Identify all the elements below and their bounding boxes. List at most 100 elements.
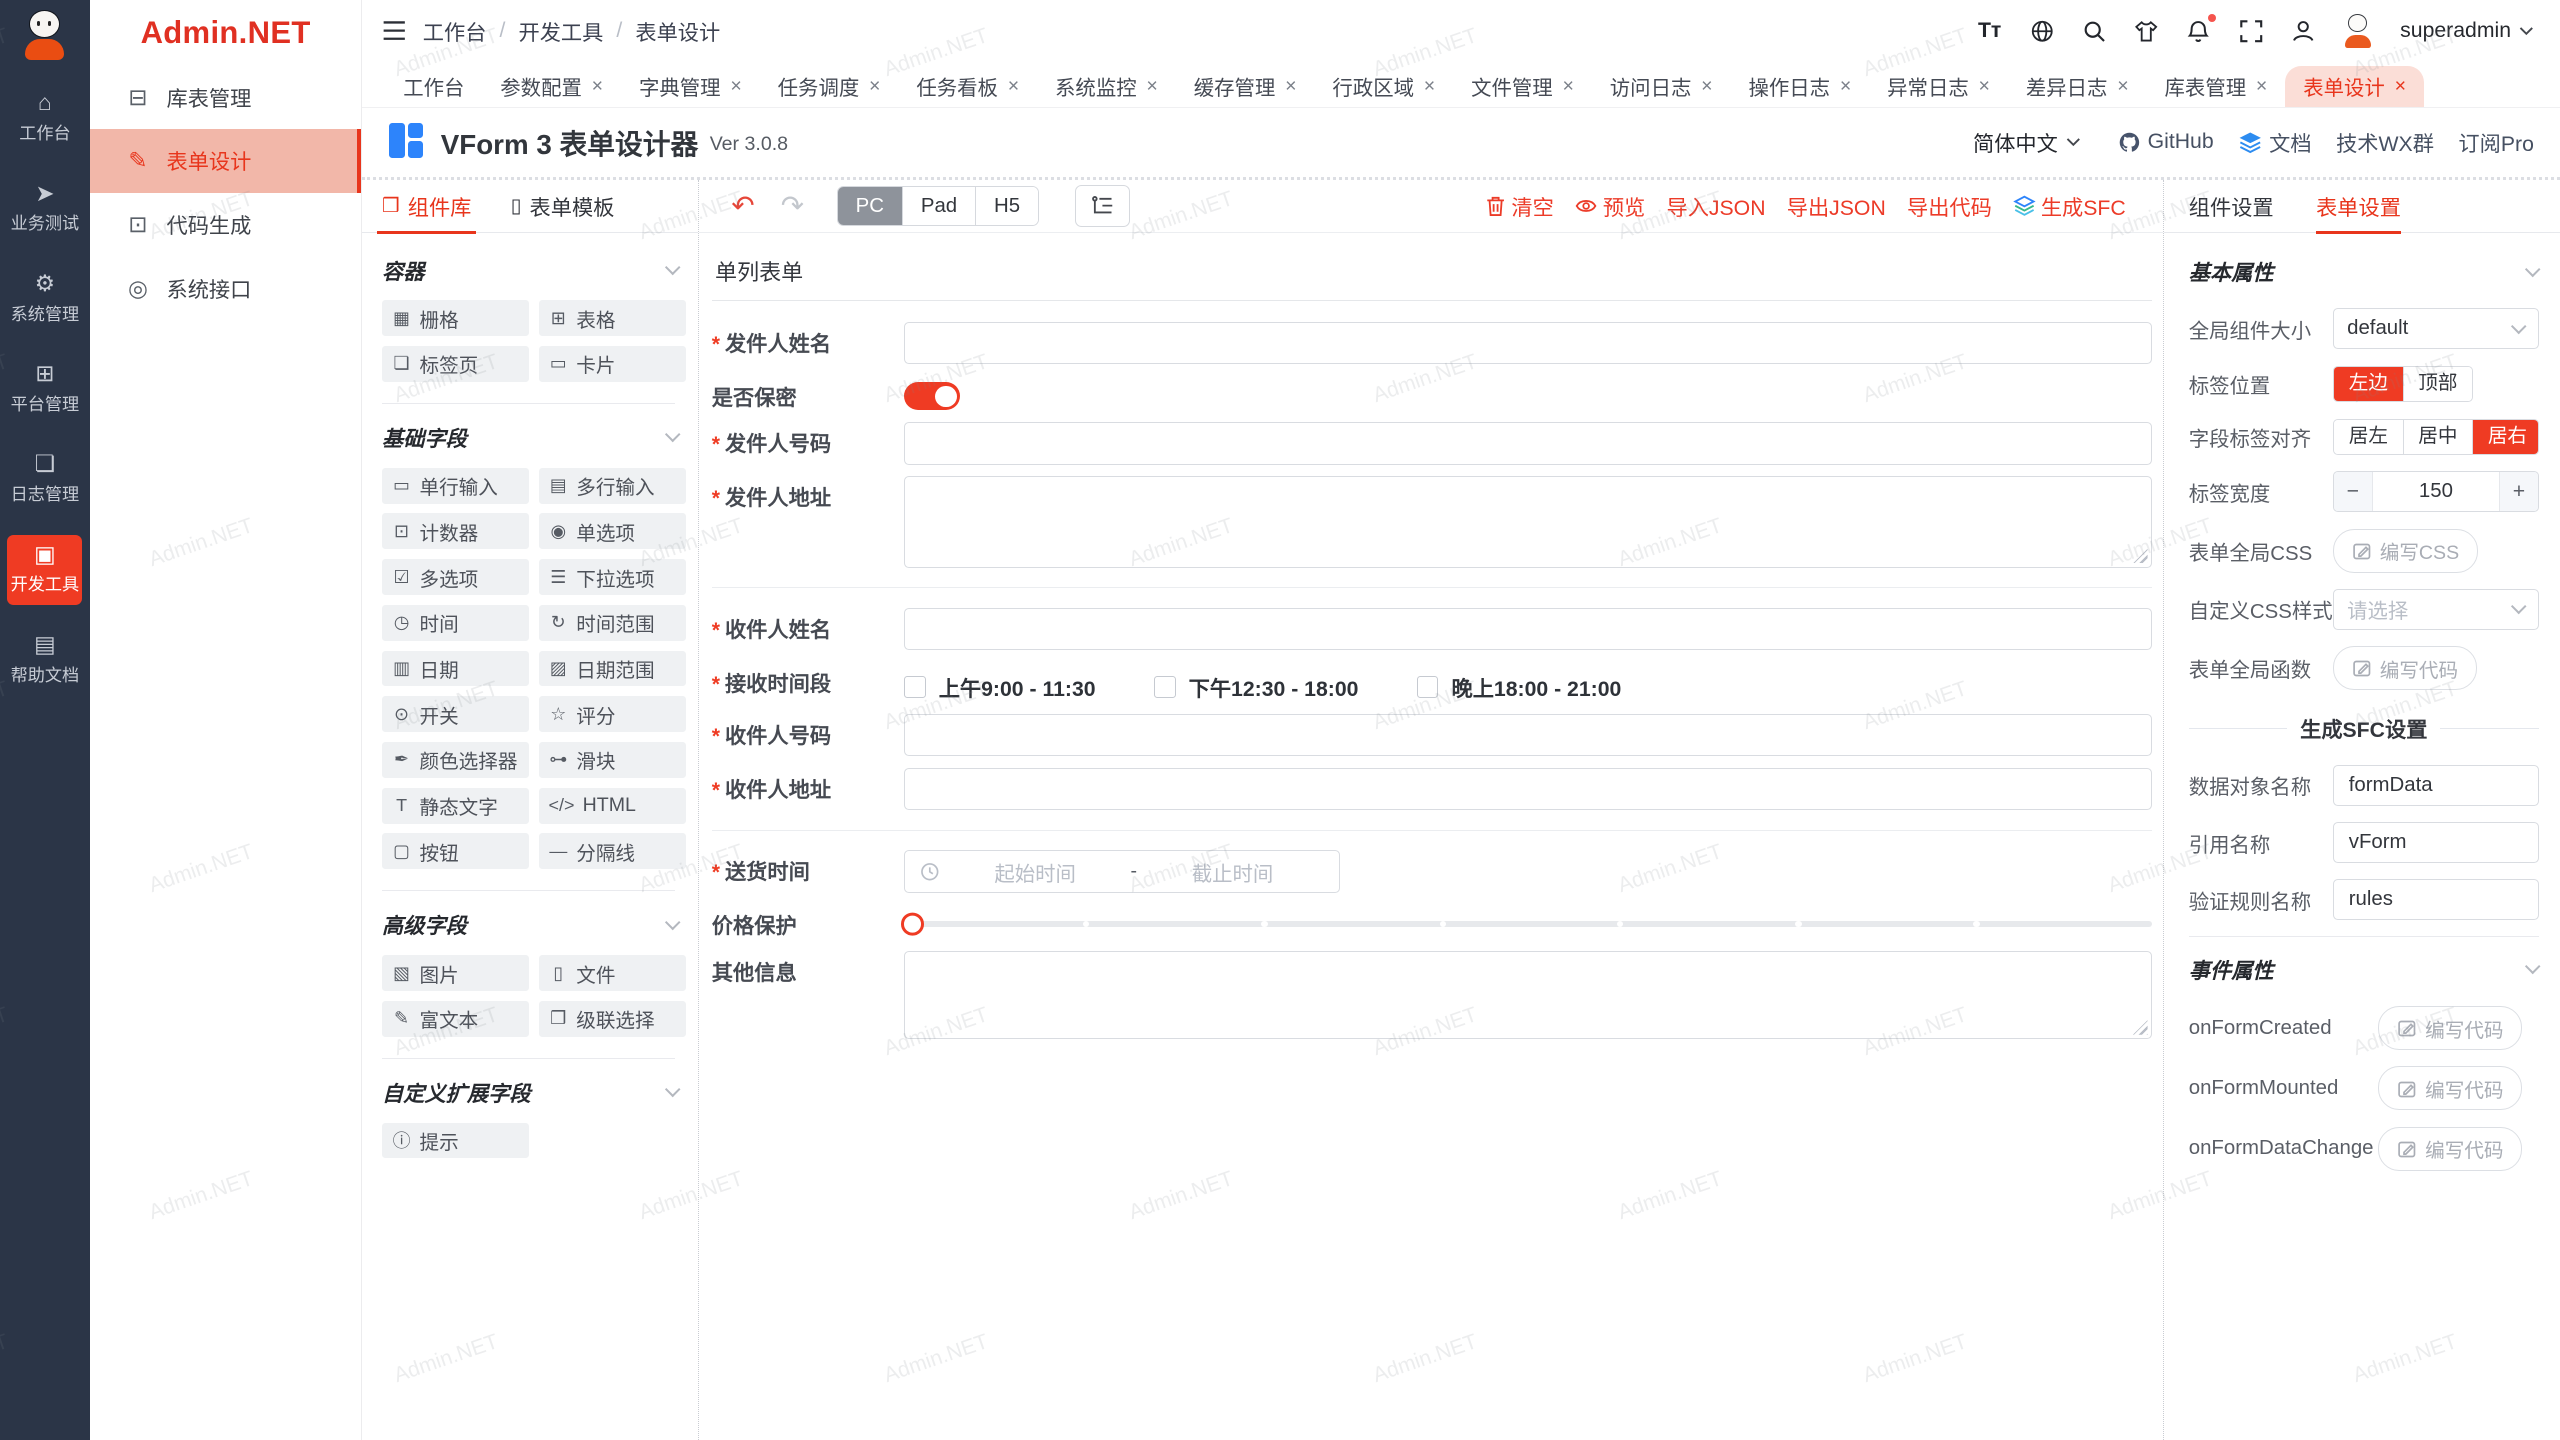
widget-panel-tab[interactable]: ▯ 表单模板 [511,180,615,233]
widget-item[interactable]: </> HTML [539,788,686,824]
widget-item[interactable]: ▤ 多行输入 [539,468,686,504]
close-icon[interactable]: × [2395,77,2406,97]
github-link[interactable]: GitHub [2118,130,2213,154]
close-icon[interactable]: × [2117,77,2128,97]
font-size-icon[interactable]: Tт [1976,17,2004,45]
widget-panel-tab[interactable]: ❒ 组件库 [382,180,471,233]
profile-icon[interactable] [2289,17,2317,45]
page-tab[interactable]: 行政区域 × [1314,66,1453,107]
fullscreen-icon[interactable] [2237,17,2265,45]
form-field-receiver-address[interactable]: *收件人地址 [712,768,2152,810]
widget-item[interactable]: T 静态文字 [382,788,529,824]
undo-icon[interactable]: ↶ [731,192,754,220]
page-tab[interactable]: 系统监控 × [1037,66,1176,107]
widget-item[interactable]: ⊶ 滑块 [539,742,686,778]
widget-item[interactable]: ☰ 下拉选项 [539,559,686,595]
slider-track[interactable] [904,921,2151,928]
slider-handle[interactable] [901,912,924,935]
page-tab[interactable]: 表单设计 × [2285,66,2424,107]
notifications-icon[interactable] [2185,17,2213,45]
widget-item[interactable]: ▦ 栅格 [382,300,529,336]
subscribe-pro-link[interactable]: 订阅Pro [2458,127,2533,158]
page-tab[interactable]: 参数配置 × [482,66,621,107]
rail-menu-item[interactable]: ▤ 帮助文档 [7,625,82,696]
widget-item[interactable]: ✒ 颜色选择器 [382,742,529,778]
docs-link[interactable]: 文档 [2238,127,2311,158]
form-field-price-protect[interactable]: 价格保护 [712,904,2152,939]
close-icon[interactable]: × [1008,77,1019,97]
widget-item[interactable]: ❏ 标签页 [382,346,529,382]
widget-section-header[interactable]: 自定义扩展字段 [382,1077,678,1108]
preview-button[interactable]: 预览 [1575,191,1645,222]
widget-item[interactable]: ⓘ 提示 [382,1123,529,1159]
close-icon[interactable]: × [730,77,741,97]
widget-item[interactable]: ▭ 单行输入 [382,468,529,504]
page-tab[interactable]: 任务调度 × [760,66,899,107]
breadcrumb-item[interactable]: 工作台 [423,16,487,47]
breadcrumb-item[interactable]: 表单设计 [635,16,720,47]
close-icon[interactable]: × [1146,77,1157,97]
sidebar-menu-item[interactable]: ⊡ 代码生成 [90,193,362,257]
settings-tab[interactable]: 组件设置 [2189,180,2274,233]
clear-button[interactable]: 清空 [1485,191,1554,222]
slider-control[interactable] [904,909,2151,938]
page-tab[interactable]: 缓存管理 × [1176,66,1315,107]
rail-menu-item[interactable]: ❏ 日志管理 [7,444,82,515]
switch-toggle-on[interactable] [904,382,960,410]
edit-onformcreated-button[interactable]: 编写代码 [2378,1006,2522,1050]
edit-css-button[interactable]: 编写CSS [2333,529,2478,573]
logo-avatar[interactable] [17,8,73,64]
user-avatar[interactable] [2341,14,2375,48]
event-props-header[interactable]: 事件属性 [2189,954,2539,985]
close-icon[interactable]: × [1701,77,1712,97]
user-menu[interactable]: superadmin [2400,19,2534,43]
form-field-sender-address[interactable]: *发件人地址 [712,476,2152,567]
textarea-input[interactable] [904,951,2151,1039]
widget-item[interactable]: ✎ 富文本 [382,1001,529,1037]
form-field-receive-period[interactable]: *接收时间段 上午9:00 - 11:30 下午12:30 - 18:00 晚上… [712,662,2152,703]
stepper-increase-button[interactable]: + [2500,472,2538,511]
label-width-value[interactable]: 150 [2372,472,2501,511]
theme-icon[interactable] [2132,17,2160,45]
text-input[interactable] [904,768,2151,810]
device-button[interactable]: Pad [902,187,975,225]
widget-item[interactable]: ☑ 多选项 [382,559,529,595]
rail-menu-item[interactable]: ⌂ 工作台 [7,83,82,154]
form-canvas[interactable]: 单列表单 *发件人姓名 是否保密 *发件人号码 [699,233,2164,1440]
close-icon[interactable]: × [869,77,880,97]
form-title[interactable]: 单列表单 [712,243,2152,300]
sidebar-menu-item[interactable]: ⊟ 库表管理 [90,65,362,129]
widget-item[interactable]: ⊙ 开关 [382,696,529,732]
widget-section-header[interactable]: 高级字段 [382,909,678,940]
form-field-other-info[interactable]: 其他信息 [712,951,2152,1039]
basic-props-header[interactable]: 基本属性 [2189,256,2539,287]
close-icon[interactable]: × [592,77,603,97]
widget-item[interactable]: ❒ 级联选择 [539,1001,686,1037]
label-align-right[interactable]: 居右 [2472,420,2539,455]
page-tab[interactable]: 文件管理 × [1453,66,1592,107]
widget-item[interactable]: — 分隔线 [539,833,686,869]
size-select[interactable]: default [2333,308,2539,349]
close-icon[interactable]: × [1562,77,1573,97]
ref-name-input[interactable]: vForm [2333,822,2539,863]
breadcrumb-item[interactable]: 开发工具 [518,16,603,47]
widget-item[interactable]: ▧ 图片 [382,955,529,991]
settings-tab[interactable]: 表单设置 [2316,180,2401,233]
checkbox-option[interactable]: 下午12:30 - 18:00 [1154,672,1358,703]
close-icon[interactable]: × [1424,77,1435,97]
widget-item[interactable]: ▭ 卡片 [539,346,686,382]
page-tab[interactable]: 异常日志 × [1869,66,2008,107]
form-field-sender-name[interactable]: *发件人姓名 [712,322,2152,364]
page-tab[interactable]: 工作台 × [385,66,482,107]
page-tab[interactable]: 字典管理 × [621,66,760,107]
widget-item[interactable]: ◷ 时间 [382,605,529,641]
search-icon[interactable] [2080,17,2108,45]
edit-onformmounted-button[interactable]: 编写代码 [2378,1066,2522,1110]
rules-name-input[interactable]: rules [2333,879,2539,920]
rail-menu-item[interactable]: ▣ 开发工具 [7,535,82,606]
page-tab[interactable]: 任务看板 × [898,66,1037,107]
form-field-secret[interactable]: 是否保密 [712,376,2152,411]
text-input[interactable] [904,714,2151,756]
rail-menu-item[interactable]: ➤ 业务测试 [7,174,82,245]
page-tab[interactable]: 操作日志 × [1731,66,1870,107]
